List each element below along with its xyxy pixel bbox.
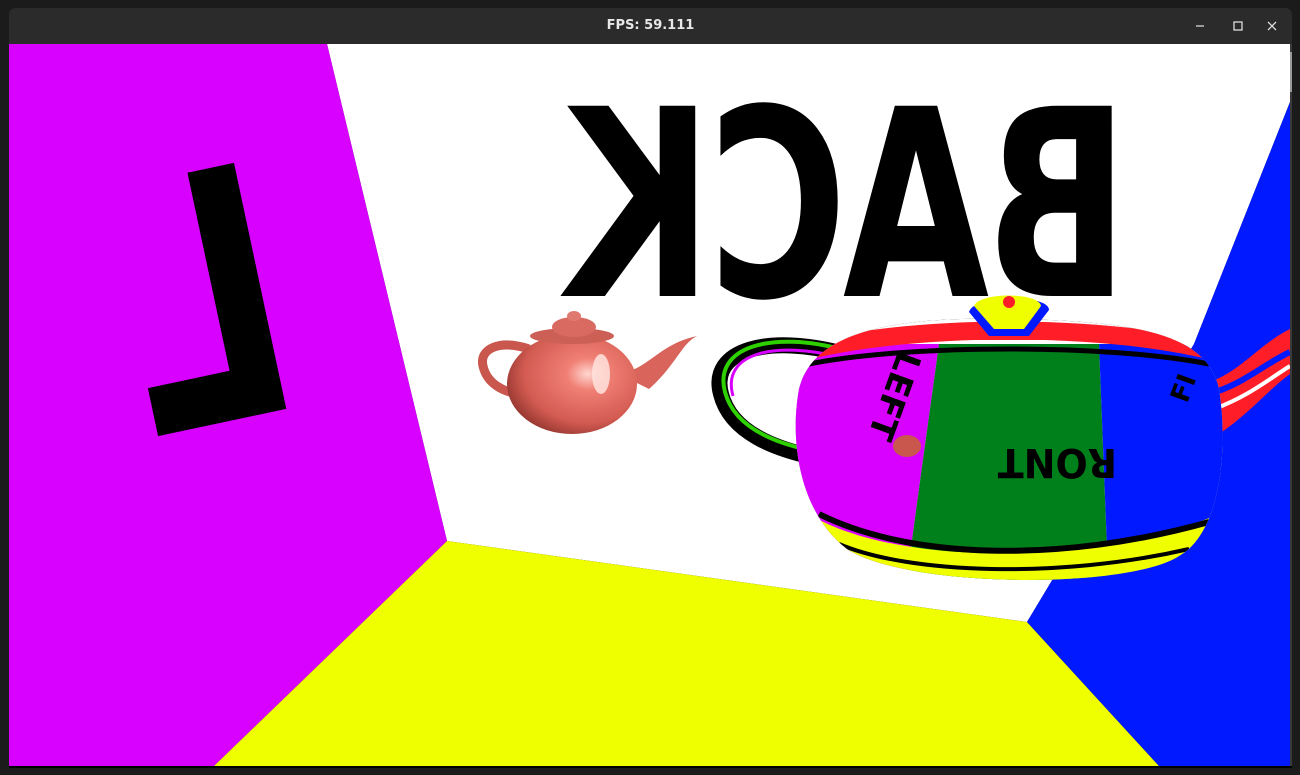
render-viewport[interactable]: BACK L LEFT RONT FI [9,44,1290,766]
minimize-icon [1196,25,1204,27]
maximize-icon [1233,21,1243,31]
scrollbar-thumb[interactable] [1290,52,1292,92]
teapot-label-front: RONT [997,439,1117,485]
window-title: FPS: 59.111 [606,18,695,33]
scrollbar-track[interactable] [1290,44,1292,766]
app-window: FPS: 59.111 BACK L LEFT RONT FI [9,8,1292,768]
minimize-button[interactable] [1185,11,1215,41]
close-button[interactable] [1257,11,1287,41]
maximize-button[interactable] [1223,11,1253,41]
close-icon [1267,21,1277,31]
title-bar[interactable]: FPS: 59.111 [9,8,1292,44]
scene-canvas: BACK L LEFT RONT FI [9,44,1290,766]
